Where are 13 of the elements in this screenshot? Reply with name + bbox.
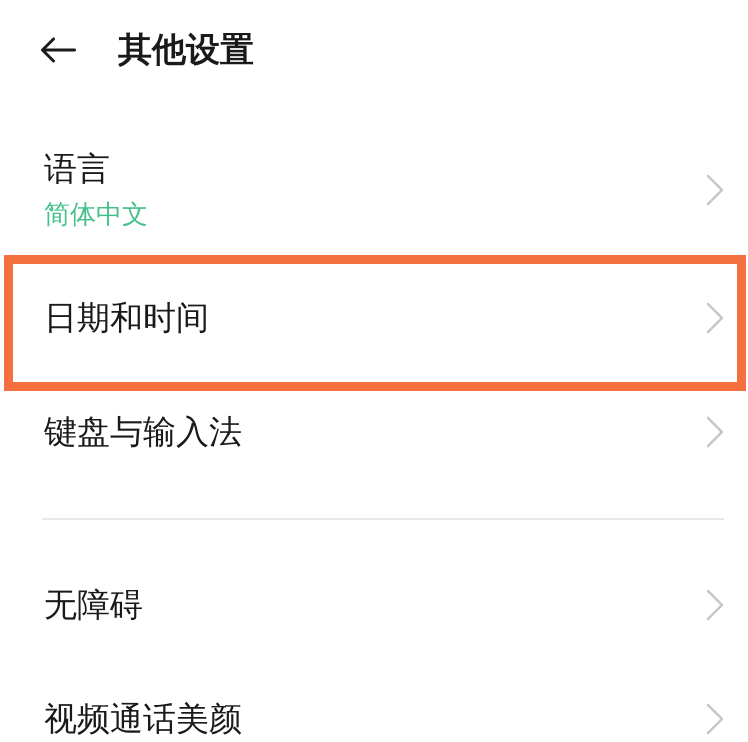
- settings-item[interactable]: 语言: [44, 148, 110, 191]
- chevron-right-icon: [706, 416, 724, 448]
- chevron-right-icon: [706, 302, 724, 334]
- chevron-right-icon: [706, 589, 724, 621]
- settings-item[interactable]: 日期和时间: [44, 296, 209, 340]
- chevron-right-icon: [706, 174, 724, 206]
- page-title: 其他设置: [118, 28, 254, 72]
- settings-item[interactable]: 视频通话美颜: [44, 698, 242, 740]
- settings-item[interactable]: 键盘与输入法: [44, 410, 242, 454]
- back-arrow-icon[interactable]: [40, 37, 76, 63]
- current-value: 简体中文: [44, 198, 148, 232]
- settings-item[interactable]: 无障碍: [44, 584, 143, 626]
- chevron-right-icon: [706, 703, 724, 735]
